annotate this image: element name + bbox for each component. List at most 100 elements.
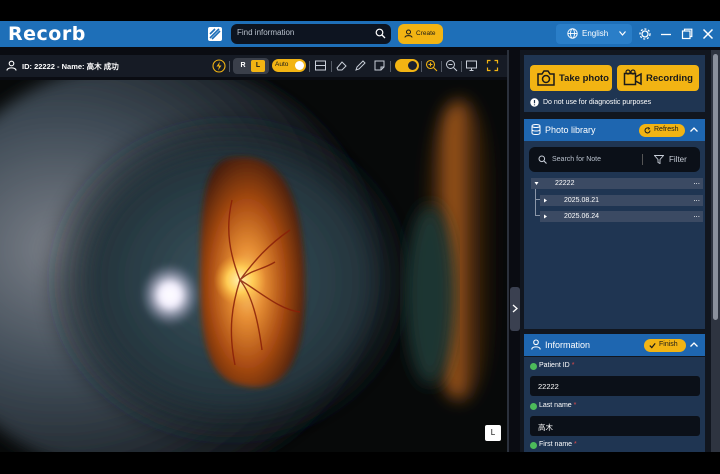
eye-selector[interactable]: R L xyxy=(233,58,269,74)
right-eye-button[interactable]: R xyxy=(237,60,249,72)
filter-icon xyxy=(654,155,664,164)
refresh-button[interactable]: Refresh xyxy=(639,124,685,137)
language-select[interactable]: English xyxy=(556,24,632,44)
search-input[interactable]: Find information xyxy=(231,24,391,44)
toolbar-separator xyxy=(461,61,462,72)
auto-label: Auto xyxy=(275,61,289,68)
restore-icon[interactable] xyxy=(679,26,695,42)
bottom-letterbox xyxy=(0,452,720,474)
refresh-label: Refresh xyxy=(654,126,679,133)
user-icon xyxy=(531,339,541,350)
tree-node[interactable]: 2025.08.21 ... xyxy=(540,194,703,206)
toolbar-separator xyxy=(390,61,391,72)
create-button[interactable]: Create xyxy=(398,24,443,44)
take-photo-button[interactable]: Take photo xyxy=(530,65,612,91)
tree-node[interactable]: 22222 ... xyxy=(531,177,703,189)
patient-id-field[interactable]: 22222 xyxy=(530,376,700,396)
information-header[interactable]: Information Finish xyxy=(524,334,705,356)
toggle-knob xyxy=(408,61,417,70)
flash-icon[interactable] xyxy=(212,59,226,73)
more-icon[interactable]: ... xyxy=(693,210,700,219)
photo-library-header[interactable]: Photo library Refresh xyxy=(524,119,705,141)
panel-collapse-handle[interactable] xyxy=(510,287,520,331)
last-name-field[interactable]: 高木 xyxy=(530,416,700,436)
finish-button[interactable]: Finish xyxy=(644,339,686,352)
tree-connector xyxy=(535,188,536,216)
photo-library-body: Search for Note Filter xyxy=(524,141,705,329)
auto-toggle[interactable]: Auto xyxy=(272,59,306,72)
note-search-placeholder: Search for Note xyxy=(552,156,602,163)
minimize-icon[interactable] xyxy=(658,26,674,42)
finish-label: Finish xyxy=(659,341,678,348)
patient-overlay-toggle[interactable] xyxy=(395,59,419,72)
info-icon xyxy=(530,98,539,107)
language-label: English xyxy=(582,29,609,38)
toggle-knob xyxy=(295,61,304,70)
monitor-icon[interactable] xyxy=(465,59,478,72)
refresh-icon xyxy=(644,127,651,134)
information-title: Information xyxy=(545,340,591,350)
toolbar-separator xyxy=(421,61,422,72)
search-icon xyxy=(538,155,547,164)
fullscreen-icon[interactable] xyxy=(486,59,499,72)
chevron-up-icon[interactable] xyxy=(690,342,698,347)
note-search-input[interactable]: Search for Note Filter xyxy=(529,147,700,172)
database-icon xyxy=(531,124,541,135)
expand-arrow-icon[interactable] xyxy=(543,214,548,219)
user-add-icon xyxy=(404,29,413,38)
zoom-in-icon[interactable] xyxy=(425,59,438,72)
settings-icon[interactable] xyxy=(637,26,653,42)
last-name-label-text: Last name xyxy=(539,402,572,409)
tree-node-label: 2025.08.21 xyxy=(564,197,600,204)
more-icon[interactable]: ... xyxy=(693,177,700,186)
search-placeholder: Find information xyxy=(237,28,295,37)
collapse-arrow-icon[interactable] xyxy=(534,181,539,186)
required-mark: * xyxy=(574,441,577,448)
image-viewer[interactable] xyxy=(0,80,507,452)
viewer-toolbar: ID: 22222 - Name: 高木 成功 R L Auto xyxy=(0,55,507,77)
required-mark: * xyxy=(573,402,577,409)
scrollbar-thumb[interactable] xyxy=(713,54,718,320)
recording-button[interactable]: Recording xyxy=(617,65,699,91)
eye-side-tag: L xyxy=(485,425,501,441)
note-icon[interactable] xyxy=(373,59,386,72)
capture-card: Take photo Recording Do not use for diag… xyxy=(524,55,705,112)
left-eye-button[interactable]: L xyxy=(251,60,265,72)
status-dot xyxy=(530,363,537,370)
toolbar-separator xyxy=(309,61,310,72)
filter-button[interactable]: Filter xyxy=(669,155,687,164)
warning-text: Do not use for diagnostic purposes xyxy=(543,99,652,106)
patient-id-label-text: Patient ID xyxy=(539,362,570,369)
fundus-image xyxy=(0,80,507,452)
status-dot xyxy=(530,403,537,410)
video-camera-icon xyxy=(623,69,642,86)
expand-arrow-icon[interactable] xyxy=(543,198,548,203)
chevron-right-icon xyxy=(512,304,518,313)
photo-library-title: Photo library xyxy=(545,125,596,135)
camera-icon xyxy=(537,70,555,86)
split-view-icon[interactable] xyxy=(314,59,327,72)
toolbar-separator xyxy=(331,61,332,72)
tree-node-label: 22222 xyxy=(555,180,575,187)
chevron-down-icon xyxy=(619,31,626,36)
recording-label: Recording xyxy=(646,73,693,84)
create-label: Create xyxy=(416,30,436,37)
app-mark-icon xyxy=(208,27,222,41)
tree-node[interactable]: 2025.06.24 ... xyxy=(540,210,703,222)
chevron-up-icon[interactable] xyxy=(690,127,698,132)
more-icon[interactable]: ... xyxy=(693,194,700,203)
pen-icon[interactable] xyxy=(354,59,367,72)
zoom-out-icon[interactable] xyxy=(445,59,458,72)
panel-divider xyxy=(507,50,509,452)
panel-scrollbar[interactable] xyxy=(711,50,720,452)
first-name-label-text: First name xyxy=(539,441,573,448)
patient-header: ID: 22222 - Name: 高木 成功 xyxy=(22,62,119,71)
status-dot xyxy=(530,442,537,449)
app-logo: Recorb xyxy=(8,23,86,45)
title-bar: Recorb Find information Create English xyxy=(0,21,720,47)
last-name-value: 高木 xyxy=(538,423,553,432)
close-icon[interactable] xyxy=(700,26,716,42)
patient-icon xyxy=(6,60,17,71)
eraser-icon[interactable] xyxy=(335,59,348,72)
patient-id-value: 22222 xyxy=(538,382,559,391)
